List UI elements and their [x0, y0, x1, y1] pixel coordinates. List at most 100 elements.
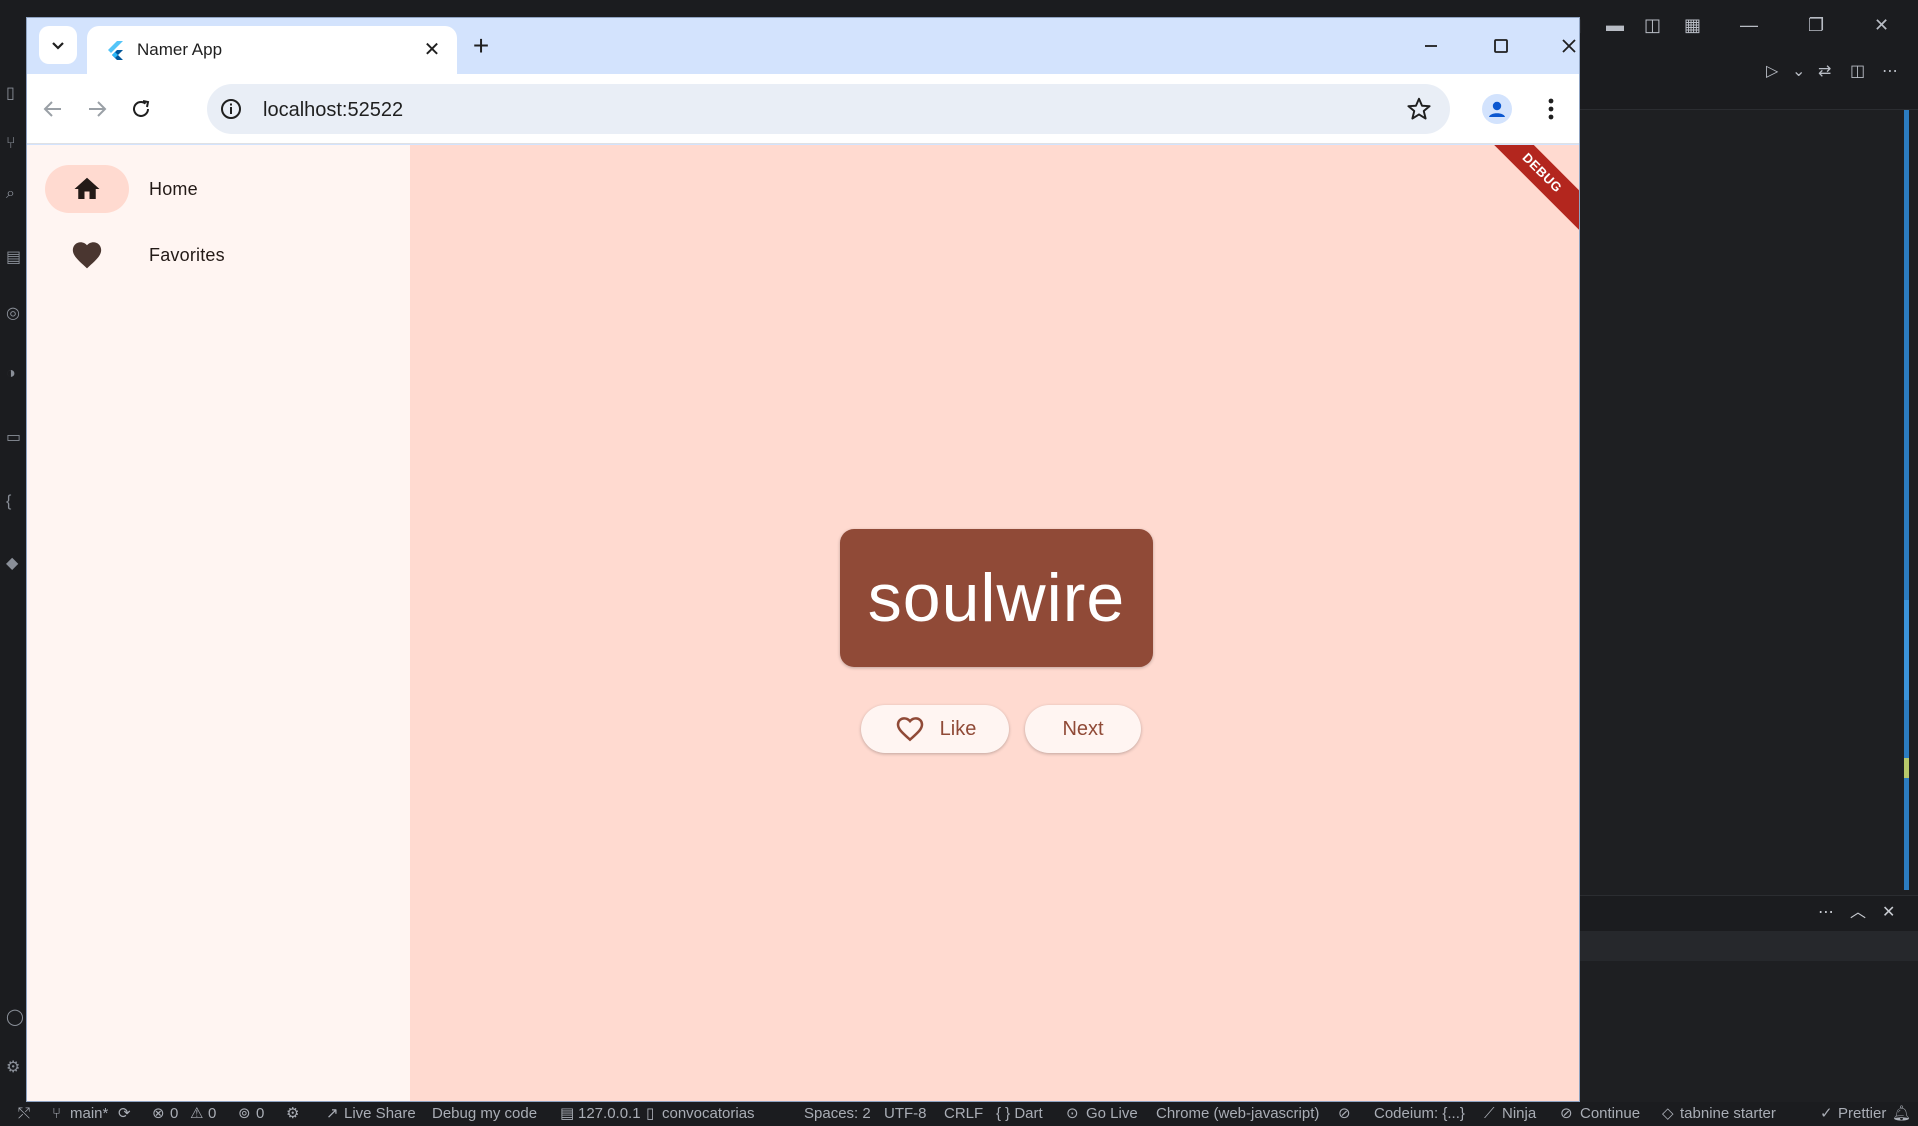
forward-button[interactable]	[79, 91, 115, 127]
compare-changes-icon[interactable]: ⇄	[1818, 62, 1831, 82]
source-control-icon[interactable]: ⑂	[6, 136, 22, 152]
go-live[interactable]: Go Live	[1086, 1105, 1138, 1123]
toggle-secondary-sidebar-icon[interactable]: ◫	[1644, 14, 1661, 36]
live-share-icon: ↗	[326, 1105, 339, 1122]
toggle-panel-icon[interactable]: ▬	[1606, 14, 1624, 36]
chevron-down-icon	[52, 42, 64, 50]
copilot-icon[interactable]: ⊘	[1338, 1105, 1351, 1123]
minimap-marker	[1904, 758, 1909, 778]
address-bar[interactable]: localhost:52522	[207, 84, 1450, 134]
tab-strip: Namer App ✕ +	[27, 18, 1579, 74]
extensions-icon[interactable]: ▤	[6, 250, 22, 266]
continue-icon: ⊘	[1560, 1105, 1573, 1122]
tab-search-button[interactable]	[39, 26, 77, 64]
eol-status[interactable]: CRLF	[944, 1105, 983, 1123]
next-button[interactable]: Next	[1025, 705, 1141, 753]
next-label: Next	[1062, 717, 1104, 740]
warning-count[interactable]: 0	[208, 1105, 216, 1123]
panel-close-icon[interactable]: ✕	[1882, 903, 1895, 923]
reload-button[interactable]	[123, 91, 159, 127]
tab-active[interactable]: Namer App ✕	[87, 26, 457, 74]
nav-label-favorites: Favorites	[149, 244, 225, 265]
word-pair-text: soulwire	[867, 560, 1126, 636]
ports-count[interactable]: 0	[256, 1105, 264, 1123]
like-label: Like	[939, 717, 977, 740]
branch-name[interactable]: main*	[70, 1105, 108, 1123]
split-editor-icon[interactable]: ◫	[1850, 62, 1865, 82]
bookmark-star-icon[interactable]	[1406, 96, 1432, 122]
ninja-status[interactable]: Ninja	[1502, 1105, 1536, 1123]
database-icon[interactable]: ◎	[6, 306, 22, 322]
ports-icon: ⊚	[238, 1105, 251, 1122]
close-tab-icon[interactable]: ✕	[420, 38, 444, 62]
nav-item-favorites[interactable]: Favorites	[45, 231, 225, 279]
panel-more-icon[interactable]: ⋯	[1818, 903, 1834, 923]
device-status[interactable]: Chrome (web-javascript)	[1156, 1105, 1319, 1123]
more-actions-icon[interactable]: ⋯	[1882, 62, 1898, 82]
app-page: Home Favorites DEBUG soulwire Like Next	[27, 145, 1579, 1101]
flutter-icon[interactable]: ◆	[6, 556, 22, 572]
person-icon	[1489, 101, 1505, 117]
chrome-menu-button[interactable]	[1535, 93, 1567, 125]
vscode-restore-icon[interactable]: ❐	[1808, 14, 1824, 36]
remote-icon[interactable]: ◑	[6, 366, 22, 382]
notifications-bell-icon[interactable]: 🔔︎	[1892, 1105, 1911, 1123]
tab-title: Namer App	[137, 40, 223, 59]
database-status[interactable]: convocatorias	[662, 1105, 755, 1123]
maximize-icon[interactable]	[1479, 30, 1523, 62]
word-pair-card: soulwire	[840, 529, 1153, 667]
panel-maximize-icon[interactable]: ︿	[1850, 903, 1866, 923]
search-icon[interactable]: ⌕	[6, 186, 22, 202]
site-info-icon[interactable]	[219, 97, 243, 121]
encoding-status[interactable]: UTF-8	[884, 1105, 927, 1123]
server-icon: ▤	[560, 1105, 575, 1122]
debug-status[interactable]: Debug my code	[432, 1105, 537, 1123]
activity-bar: ▯ ⑂ ⌕ ▤ ◎ ◑ ▭ { ◆ ◯ ⚙	[0, 50, 26, 1102]
heart-icon	[72, 242, 102, 269]
browser-icon[interactable]: ▭	[6, 430, 22, 446]
remote-indicator-icon[interactable]: ⤲	[18, 1105, 30, 1123]
run-dropdown-icon[interactable]: ⌄	[1792, 62, 1805, 82]
like-button[interactable]: Like	[861, 705, 1009, 753]
browser-toolbar: localhost:52522	[27, 74, 1579, 144]
back-button[interactable]	[35, 91, 71, 127]
live-share[interactable]: Live Share	[344, 1105, 416, 1123]
account-icon[interactable]: ◯	[6, 1010, 24, 1026]
codeium-status[interactable]: Codeium: {...}	[1374, 1105, 1465, 1123]
navigation-rail: Home Favorites	[27, 145, 410, 1101]
url-text[interactable]: localhost:52522	[263, 99, 403, 121]
json-icon[interactable]: {	[6, 494, 22, 510]
ninja-icon: ⟋	[1484, 1105, 1495, 1122]
tabnine-status[interactable]: tabnine starter	[1680, 1105, 1776, 1123]
nav-item-home[interactable]: Home	[45, 165, 198, 213]
sync-icon[interactable]: ⟳	[118, 1105, 131, 1123]
status-bar: ⤲ ⑂ main* ⟳ ⊗ 0 ⚠ 0 ⊚ 0 ⚙ ↗ Live Share D…	[0, 1102, 1918, 1126]
error-count[interactable]: 0	[170, 1105, 178, 1123]
minimize-icon[interactable]	[1409, 30, 1453, 62]
debug-launch-icon[interactable]: ⚙	[286, 1105, 299, 1123]
back-arrow-icon	[43, 101, 61, 117]
nav-indicator	[45, 231, 129, 279]
more-vert-icon	[1548, 98, 1554, 120]
home-icon	[74, 177, 100, 199]
vscode-close-icon[interactable]: ✕	[1874, 14, 1889, 36]
continue-status[interactable]: Continue	[1580, 1105, 1640, 1123]
settings-gear-icon[interactable]: ⚙	[6, 1060, 22, 1076]
indentation-status[interactable]: Spaces: 2	[804, 1105, 871, 1123]
debug-banner: DEBUG	[1479, 145, 1579, 236]
new-tab-icon[interactable]: +	[467, 32, 495, 60]
explorer-icon[interactable]: ▯	[6, 86, 22, 102]
profile-avatar[interactable]	[1482, 94, 1512, 124]
language-status[interactable]: { } Dart	[996, 1105, 1043, 1123]
prettier-status[interactable]: Prettier	[1838, 1105, 1886, 1123]
run-icon[interactable]: ▷	[1766, 62, 1778, 82]
vscode-minimize-icon[interactable]: —	[1740, 14, 1758, 36]
nav-label-home: Home	[149, 178, 198, 199]
flutter-logo-icon	[108, 41, 123, 60]
scrollbar-thumb[interactable]	[1904, 600, 1909, 700]
host-status[interactable]: 127.0.0.1	[578, 1105, 641, 1123]
window-close-icon[interactable]	[1547, 30, 1579, 62]
warning-icon: ⚠	[190, 1105, 204, 1122]
tabnine-icon: ◇	[1662, 1105, 1674, 1122]
customize-layout-icon[interactable]: ▦	[1684, 14, 1701, 36]
